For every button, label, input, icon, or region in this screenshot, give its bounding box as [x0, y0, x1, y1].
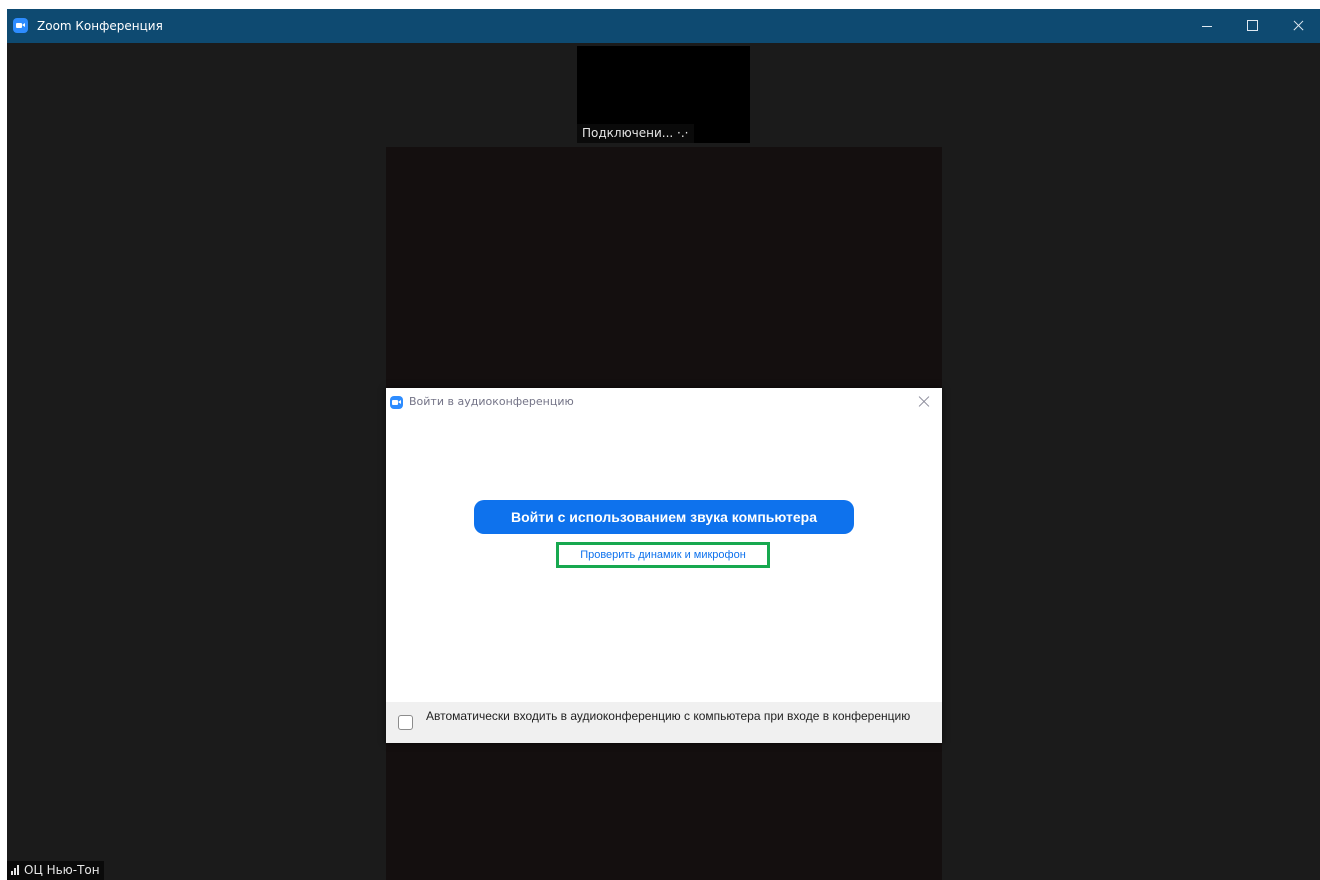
participant-name-tag: ОЦ Нью-Тон [7, 861, 104, 880]
test-link-highlight: Проверить динамик и микрофон [556, 542, 770, 568]
signal-strength-icon [11, 864, 21, 875]
auto-join-audio-checkbox[interactable] [398, 715, 413, 730]
zoom-meeting-window: Zoom Конференция Подключени... ·.· Войти… [7, 9, 1320, 880]
join-with-computer-audio-button[interactable]: Войти с использованием звука компьютера [474, 500, 854, 534]
dialog-close-button[interactable] [914, 392, 934, 412]
zoom-app-icon [13, 18, 28, 33]
participant-name: ОЦ Нью-Тон [24, 863, 100, 877]
minimize-button[interactable] [1183, 9, 1229, 43]
join-audio-dialog: Войти в аудиоконференцию Войти с использ… [386, 388, 942, 743]
title-bar: Zoom Конференция [7, 9, 1320, 43]
dialog-footer: Автоматически входить в аудиоконференцию… [386, 702, 942, 743]
zoom-dialog-icon [390, 396, 403, 409]
test-speaker-mic-link[interactable]: Проверить динамик и микрофон [559, 545, 767, 565]
auto-join-audio-label[interactable]: Автоматически входить в аудиоконференцию… [426, 709, 926, 724]
close-window-button[interactable] [1275, 9, 1320, 43]
window-title: Zoom Конференция [37, 19, 163, 33]
dialog-title: Войти в аудиоконференцию [409, 395, 574, 408]
maximize-button[interactable] [1229, 9, 1275, 43]
thumbnail-status-label: Подключени... ·.· [577, 124, 694, 143]
